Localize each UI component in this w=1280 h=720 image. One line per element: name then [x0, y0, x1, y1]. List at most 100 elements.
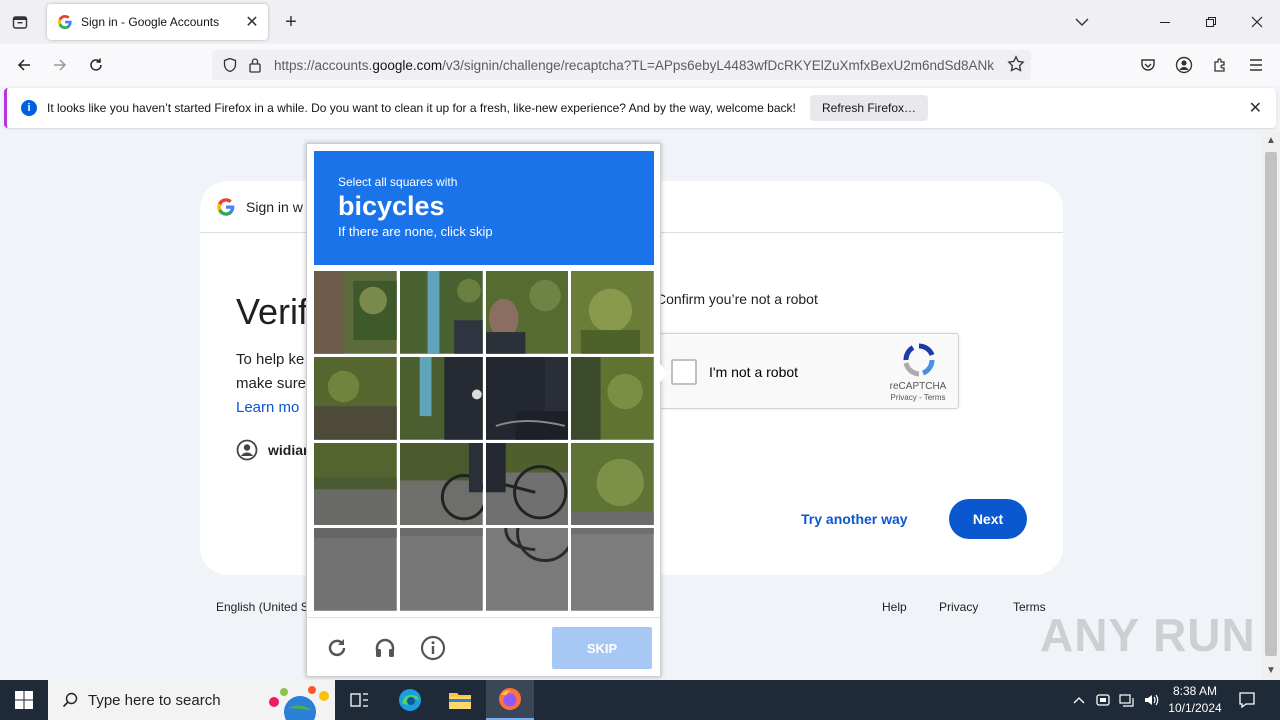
menu-icon[interactable] — [1242, 52, 1270, 78]
image-tile-12[interactable] — [571, 442, 654, 526]
firefox-taskbar-icon[interactable] — [486, 680, 534, 720]
recaptcha-challenge-popup: Select all squares with bicycles If ther… — [306, 143, 669, 677]
image-tile-2[interactable] — [399, 271, 483, 354]
show-hidden-icons[interactable] — [1068, 680, 1090, 720]
audio-challenge-icon[interactable] — [370, 633, 400, 663]
card-header-text: Sign in w — [246, 198, 303, 215]
url-text[interactable]: https://accounts.google.com/v3/signin/ch… — [274, 58, 994, 73]
image-tile-7[interactable] — [485, 356, 569, 440]
search-icon — [62, 692, 78, 708]
forward-icon[interactable] — [46, 52, 74, 78]
account-icon[interactable] — [1170, 52, 1198, 78]
confirm-robot-text: Confirm you’re not a robot — [656, 291, 818, 307]
account-chip[interactable]: widiar — [236, 439, 308, 461]
image-tile-1[interactable] — [314, 271, 397, 354]
recaptcha-privacy-terms[interactable]: Privacy - Terms — [885, 393, 951, 402]
scrollbar-thumb[interactable] — [1265, 152, 1277, 656]
bookmark-star-icon[interactable] — [1007, 55, 1025, 73]
windows-start-icon[interactable] — [0, 680, 48, 720]
volume-icon[interactable] — [1140, 680, 1162, 720]
challenge-instructions: Select all squares with bicycles If ther… — [314, 151, 654, 265]
description-line-2: make sure — [236, 375, 307, 392]
image-tile-16[interactable] — [571, 528, 654, 611]
extensions-icon[interactable] — [1206, 52, 1234, 78]
skip-button[interactable]: SKIP — [552, 627, 652, 669]
close-notification-icon[interactable]: ✕ — [1249, 98, 1262, 118]
image-tile-4[interactable] — [571, 271, 654, 354]
footer-privacy-link[interactable]: Privacy — [939, 600, 978, 614]
scroll-down-icon[interactable]: ▼ — [1266, 665, 1276, 676]
clock-time: 8:38 AM — [1172, 684, 1218, 698]
instruction-keyword: bicycles — [338, 191, 445, 221]
tab-title: Sign in - Google Accounts — [81, 15, 220, 29]
popup-pointer — [660, 364, 669, 382]
image-tile-13[interactable] — [314, 528, 397, 611]
tab-list-icon[interactable] — [8, 10, 32, 34]
learn-more-link[interactable]: Learn mo — [236, 399, 299, 416]
minimize-icon[interactable] — [1153, 10, 1177, 34]
image-tile-11[interactable] — [485, 442, 569, 526]
google-favicon-icon — [58, 15, 72, 29]
notification-center-icon[interactable] — [1234, 680, 1260, 720]
description-line-1: To help ke — [236, 351, 305, 368]
language-selector[interactable]: English (United S — [216, 600, 309, 614]
google-logo-icon — [217, 197, 235, 216]
reload-challenge-icon[interactable] — [322, 633, 352, 663]
system-clock[interactable]: 8:38 AM 10/1/2024 — [1160, 683, 1230, 717]
page-title: Verif — [236, 291, 309, 332]
account-circle-icon — [236, 439, 258, 461]
help-info-icon[interactable] — [418, 633, 448, 663]
search-placeholder: Type here to search — [88, 691, 221, 709]
file-explorer-icon[interactable] — [436, 680, 484, 720]
image-tile-grid — [314, 271, 654, 611]
new-tab-icon[interactable]: + — [279, 10, 303, 34]
image-tile-3[interactable] — [485, 271, 569, 354]
lock-icon[interactable] — [248, 57, 262, 73]
edge-browser-icon[interactable] — [386, 680, 434, 720]
pocket-icon[interactable] — [1134, 52, 1162, 78]
image-tile-5[interactable] — [314, 356, 397, 440]
network-icon[interactable] — [1116, 680, 1138, 720]
restore-icon[interactable] — [1199, 10, 1223, 34]
tracking-protection-icon[interactable] — [222, 57, 238, 73]
try-another-way-button[interactable]: Try another way — [801, 511, 908, 527]
address-bar[interactable]: https://accounts.google.com/v3/signin/ch… — [212, 50, 1031, 80]
recaptcha-label: I'm not a robot — [709, 364, 799, 380]
taskbar-search-box[interactable]: Type here to search — [48, 680, 335, 720]
tab-google-signin[interactable]: Sign in - Google Accounts ✕ — [47, 4, 268, 40]
page-scrollbar[interactable]: ▲ ▼ — [1262, 132, 1280, 680]
image-tile-6[interactable] — [399, 356, 483, 440]
image-tile-9[interactable] — [314, 442, 397, 526]
footer-help-link[interactable]: Help — [882, 600, 907, 614]
clock-date: 10/1/2024 — [1168, 701, 1222, 715]
next-button[interactable]: Next — [949, 499, 1027, 539]
image-tile-14[interactable] — [399, 528, 483, 611]
list-all-tabs-icon[interactable] — [1070, 10, 1094, 34]
meet-now-icon[interactable] — [1092, 680, 1114, 720]
refresh-firefox-button[interactable]: Refresh Firefox… — [810, 95, 929, 121]
recaptcha-brand: reCAPTCHA — [889, 381, 947, 392]
notification-message: It looks like you haven’t started Firefo… — [47, 101, 796, 115]
windows-taskbar: Type here to search 8:38 AM 10/1/2024 — [0, 680, 1280, 720]
scroll-up-icon[interactable]: ▲ — [1266, 135, 1276, 146]
refresh-firefox-notification: i It looks like you haven’t started Fire… — [4, 88, 1276, 128]
back-icon[interactable] — [10, 52, 38, 78]
challenge-footer: SKIP — [307, 617, 660, 677]
image-tile-10[interactable] — [399, 442, 483, 526]
instruction-line-3: If there are none, click skip — [338, 224, 493, 239]
close-tab-icon[interactable]: ✕ — [240, 10, 264, 34]
recaptcha-logo-icon — [903, 343, 935, 377]
search-highlight-globe-icon — [269, 686, 329, 720]
anyrun-watermark: ANY RUN — [1040, 609, 1256, 661]
navigation-bar: https://accounts.google.com/v3/signin/ch… — [0, 44, 1280, 86]
instruction-line-1: Select all squares with — [338, 175, 458, 189]
task-view-icon[interactable] — [336, 680, 384, 720]
tab-strip: Sign in - Google Accounts ✕ + — [0, 0, 1280, 44]
image-tile-8[interactable] — [571, 356, 654, 440]
recaptcha-widget: I'm not a robot reCAPTCHA Privacy - Term… — [658, 333, 959, 409]
close-window-icon[interactable] — [1245, 10, 1269, 34]
reload-icon[interactable] — [82, 52, 110, 78]
image-tile-15[interactable] — [485, 528, 569, 611]
not-a-robot-checkbox[interactable] — [671, 359, 697, 385]
account-name: widiar — [268, 442, 309, 458]
